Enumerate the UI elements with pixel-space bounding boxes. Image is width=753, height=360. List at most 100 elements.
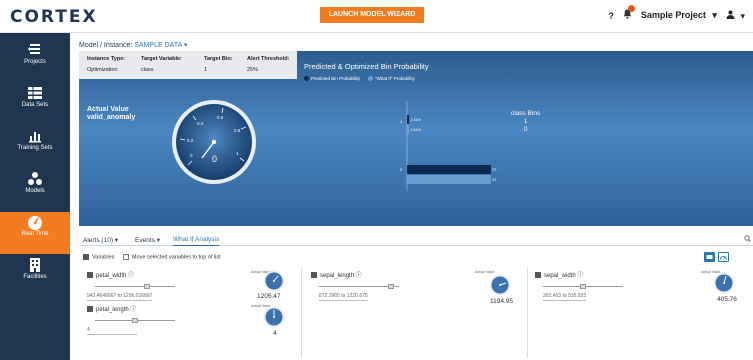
- bar-1-1: [407, 125, 410, 134]
- info-cell: 25%: [247, 67, 259, 73]
- card-view-icon: [706, 255, 713, 259]
- top-bar: CORTEX LAUNCH MODEL WIZARD ? Sample Proj…: [0, 0, 753, 33]
- gauge-tick: 0.6: [217, 115, 224, 120]
- help-button[interactable]: ?: [608, 11, 614, 21]
- slider-thumb[interactable]: [132, 318, 138, 323]
- variable-slider[interactable]: [543, 284, 623, 289]
- instance-selector[interactable]: Model / Instance: SAMPLE DATA ▾: [79, 41, 187, 49]
- legend-item-what-if: "What If" Probability: [368, 76, 415, 82]
- gauge-view-button[interactable]: [718, 252, 729, 262]
- instance-label: Model / Instance:: [79, 42, 133, 49]
- slider-thumb[interactable]: [144, 284, 150, 289]
- variable-range[interactable]: 303.453 to 535.933: [543, 293, 587, 301]
- variable-card-sepal-width: sepal_width ⓘ 303.453 to 535.933 Actual …: [535, 270, 745, 310]
- prediction-title: Predicted & Optimized Bin Probability: [304, 62, 429, 71]
- gauge-value: 0: [212, 154, 217, 164]
- column-divider: [301, 268, 302, 358]
- sidebar-item-label: Projects: [24, 59, 46, 65]
- variables-checkbox[interactable]: Variables: [83, 254, 115, 260]
- move-to-top-checkbox[interactable]: Move selected variables to top of list: [123, 254, 221, 260]
- user-menu[interactable]: ▾: [726, 10, 745, 22]
- column-divider: [527, 268, 528, 358]
- info-header: Target Bin:: [204, 56, 233, 62]
- tab-what-if-analysis[interactable]: What If Analysis: [173, 236, 220, 246]
- training-sets-icon: [29, 132, 41, 143]
- variable-value: 1194.95: [490, 298, 514, 305]
- chevron-down-icon: ▾: [114, 237, 119, 244]
- chevron-down-icon: ▾: [712, 10, 717, 20]
- models-icon: [28, 172, 42, 185]
- instance-value: SAMPLE DATA: [134, 42, 182, 49]
- actual-value-label: Actual Value valid_anomaly: [87, 106, 136, 121]
- class-bins-legend: class Bins 1 0: [511, 110, 540, 134]
- legend-item-predicted: Predicted Bin Probability: [304, 76, 360, 82]
- variable-gauge: [263, 306, 285, 328]
- variable-slider[interactable]: [95, 284, 175, 289]
- gauge-tick: 0.4: [197, 121, 204, 126]
- variable-gauge: [489, 274, 511, 296]
- bin-probability-chart: 1 0 2.41% 2.41% 97.59% 97.59%: [400, 101, 497, 191]
- variable-name[interactable]: petal_width ⓘ: [87, 270, 134, 279]
- chevron-down-icon: ▾: [156, 237, 160, 244]
- sidebar-item-projects[interactable]: Projects: [0, 40, 70, 82]
- notification-badge: [627, 5, 635, 12]
- sidebar-item-label: Data Sets: [21, 102, 49, 108]
- search-icon[interactable]: [744, 235, 751, 242]
- slider-thumb[interactable]: [388, 284, 394, 289]
- class-bin-item: 1: [523, 118, 528, 125]
- info-cell: Optimization: [87, 67, 118, 73]
- sidebar-item-label: Models: [25, 188, 45, 194]
- user-icon: [726, 10, 735, 19]
- main-content: Model / Instance: SAMPLE DATA ▾ Instance…: [79, 33, 753, 360]
- variable-slider[interactable]: [95, 318, 175, 323]
- gauge-tick: 0.2: [187, 138, 194, 143]
- sidebar-item-label: Facilities: [23, 274, 47, 280]
- variable-gauge: [263, 270, 285, 292]
- sidebar-item-models[interactable]: Models: [0, 169, 70, 211]
- slider-thumb[interactable]: [580, 284, 586, 289]
- tab-alerts[interactable]: Alerts (10) ▾: [83, 236, 118, 244]
- gauge-view-icon: [720, 256, 727, 260]
- card-view-button[interactable]: [704, 252, 715, 262]
- sidebar-item-training-sets[interactable]: Training Sets: [0, 126, 70, 168]
- class-bins-label: class Bins: [511, 110, 541, 117]
- axis-label: 0: [400, 167, 403, 172]
- axis-label: 1: [400, 119, 403, 124]
- data-sets-icon: [28, 87, 42, 99]
- bar-value-label: 2.41%: [411, 128, 422, 132]
- projects-icon: [28, 44, 40, 54]
- variable-value: 1205.47: [257, 293, 281, 300]
- tab-events[interactable]: Events ▾: [135, 236, 160, 244]
- notifications-button[interactable]: [623, 5, 635, 22]
- bar-0-1: [407, 175, 491, 184]
- info-cell: 1: [204, 67, 208, 73]
- sidebar-item-label: Real Time: [21, 231, 49, 237]
- launch-model-wizard-button[interactable]: LAUNCH MODEL WIZARD: [320, 7, 424, 23]
- sidebar-item-real-time[interactable]: Real Time: [0, 212, 70, 254]
- variable-name[interactable]: sepal_width ⓘ: [535, 270, 583, 279]
- info-cell: class: [141, 67, 154, 73]
- bar-value-label: 97.59%: [492, 168, 497, 172]
- sidebar-item-facilities[interactable]: Facilities: [0, 255, 70, 297]
- variable-range[interactable]: 943.4646667 to 1296.016667: [87, 293, 153, 301]
- project-selector[interactable]: Sample Project ▾: [641, 10, 717, 21]
- class-bin-item: 0: [523, 126, 528, 133]
- variable-range[interactable]: 872.2965 to 1220.675: [319, 293, 368, 301]
- sidebar: Projects Data Sets Training Sets Models …: [0, 33, 70, 360]
- sidebar-item-data-sets[interactable]: Data Sets: [0, 83, 70, 125]
- analysis-panel: Alerts (10) ▾ Events ▾ What If Analysis …: [79, 233, 753, 360]
- variable-name[interactable]: petal_length ⓘ: [87, 304, 136, 313]
- top-right-controls: ? Sample Project ▾ ▾: [608, 5, 745, 22]
- variable-range[interactable]: 4: [87, 327, 137, 335]
- chevron-down-icon: ▾: [183, 42, 188, 49]
- facilities-icon: [30, 258, 40, 272]
- instance-info-table: Instance Type: Target Variable: Target B…: [79, 51, 297, 79]
- info-header: Instance Type:: [87, 56, 126, 62]
- variable-slider[interactable]: [319, 284, 399, 289]
- variable-value: 405.76: [717, 296, 737, 303]
- real-time-icon: [28, 216, 42, 230]
- bar-0-0: [407, 165, 491, 174]
- variable-name[interactable]: sepal_length ⓘ: [311, 270, 362, 279]
- probability-gauge: 0 0.2 0.4 0.6 0.8 1 0: [172, 100, 256, 184]
- info-header: Target Variable:: [141, 56, 182, 62]
